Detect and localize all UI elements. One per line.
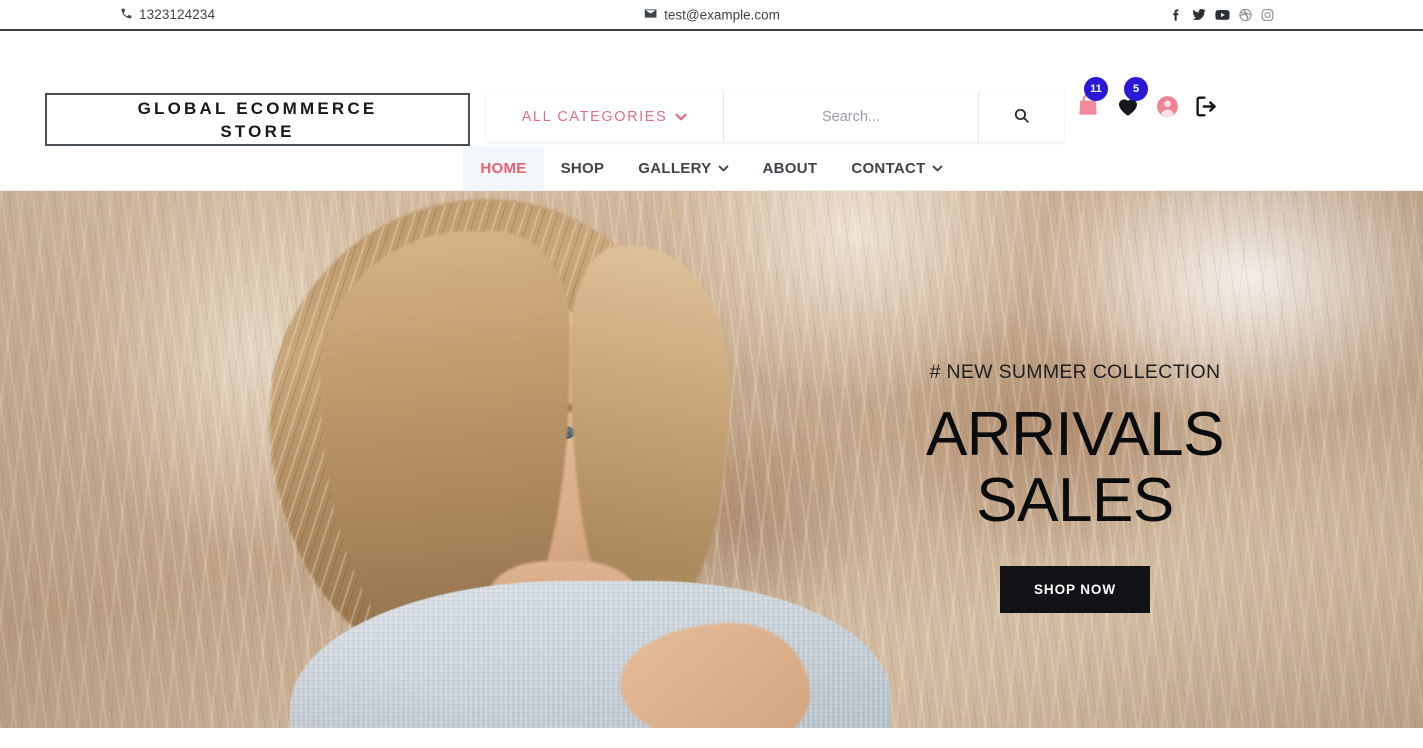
cart-button[interactable]: 11: [1075, 77, 1108, 124]
dribbble-icon[interactable]: [1238, 7, 1253, 22]
logo-line-2: STORE: [220, 121, 295, 141]
youtube-icon[interactable]: [1214, 6, 1231, 23]
account-button[interactable]: [1155, 94, 1180, 124]
nav-label-about: ABOUT: [762, 160, 818, 177]
email-address: test@example.com: [664, 7, 780, 22]
instagram-icon[interactable]: [1260, 7, 1275, 22]
nav-item-home[interactable]: HOME: [463, 147, 544, 190]
wishlist-button[interactable]: 5: [1115, 77, 1148, 124]
hero-content: # NEW SUMMER COLLECTION ARRIVALS SALES S…: [820, 361, 1330, 613]
phone-number: 1323124234: [139, 7, 216, 22]
twitter-icon[interactable]: [1191, 7, 1207, 23]
nav-label-contact: CONTACT: [851, 160, 926, 177]
search-input[interactable]: [724, 91, 979, 142]
social-links: [1169, 6, 1275, 23]
next-section-placeholder: [0, 728, 1423, 748]
logout-button[interactable]: [1194, 94, 1219, 124]
category-dropdown[interactable]: ALL CATEGORIES: [486, 91, 724, 142]
shop-now-button[interactable]: SHOP NOW: [1000, 566, 1150, 613]
site-header: GLOBAL ECOMMERCE STORE ALL CATEGORIES Se…: [0, 31, 1423, 147]
facebook-icon[interactable]: [1169, 7, 1184, 22]
search-submit-button[interactable]: [979, 91, 1064, 142]
nav-label-shop: SHOP: [560, 160, 605, 177]
chevron-down-icon: [675, 108, 687, 126]
nav-item-contact[interactable]: CONTACT: [834, 147, 959, 190]
search-bar: ALL CATEGORIES: [486, 91, 1064, 142]
nav-item-shop[interactable]: SHOP: [544, 147, 622, 190]
site-logo[interactable]: GLOBAL ECOMMERCE STORE: [45, 93, 470, 146]
logo-line-1: GLOBAL ECOMMERCE: [137, 98, 378, 118]
category-dropdown-label: ALL CATEGORIES: [521, 108, 668, 125]
email-contact[interactable]: test@example.com: [643, 6, 780, 23]
nav-label-home: HOME: [480, 160, 527, 177]
logout-icon: [1194, 94, 1219, 124]
hero-eyebrow-text: # NEW SUMMER COLLECTION: [929, 361, 1221, 383]
phone-contact[interactable]: 1323124234: [120, 7, 215, 23]
chevron-down-icon: [718, 163, 729, 175]
top-utility-bar: 1323124234 test@example.com: [0, 0, 1423, 31]
hero-title: ARRIVALS SALES: [925, 400, 1225, 535]
user-circle-icon: [1155, 94, 1180, 124]
main-navigation: HOME SHOP GALLERY ABOUT CONTACT: [0, 147, 1423, 191]
nav-label-gallery: GALLERY: [638, 160, 712, 177]
phone-icon: [120, 7, 133, 23]
chevron-down-icon: [932, 163, 943, 175]
nav-item-about[interactable]: ABOUT: [746, 147, 835, 190]
cart-count-badge: 11: [1084, 77, 1108, 101]
wishlist-count-badge: 5: [1124, 77, 1148, 101]
envelope-icon: [643, 6, 657, 23]
hero-banner: # NEW SUMMER COLLECTION ARRIVALS SALES S…: [0, 191, 1423, 728]
header-action-icons: 11 5: [1075, 77, 1219, 124]
search-icon: [1013, 107, 1030, 127]
nav-item-gallery[interactable]: GALLERY: [621, 147, 745, 190]
